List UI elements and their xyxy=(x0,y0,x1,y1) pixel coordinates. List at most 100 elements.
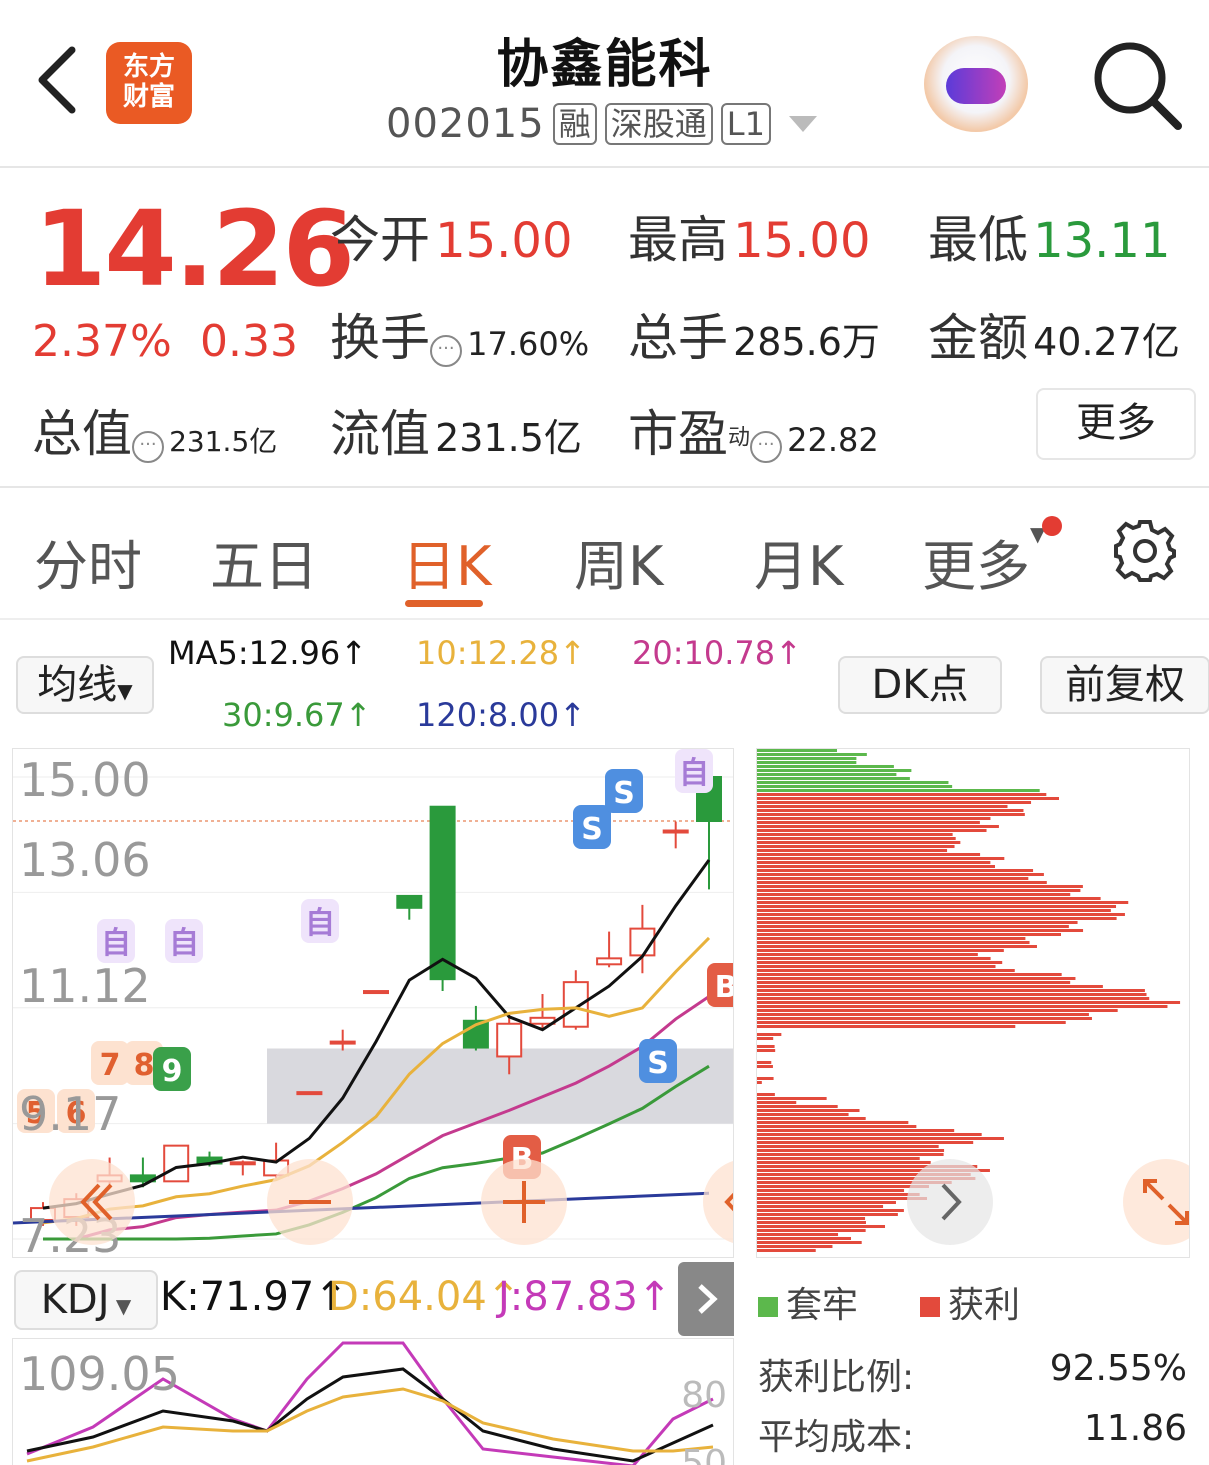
signal-marker: 自 xyxy=(97,919,135,963)
legend-trapped-label: 套牢 xyxy=(786,1285,858,1326)
collapse-panel-button[interactable] xyxy=(703,1159,734,1245)
scroll-right-button[interactable] xyxy=(907,1159,993,1245)
signal-marker: 7 xyxy=(91,1041,129,1085)
chip-bar xyxy=(757,1101,796,1104)
svg-text:S: S xyxy=(613,776,635,811)
candle-body xyxy=(164,1146,188,1182)
divider xyxy=(0,618,1209,620)
chip-bar xyxy=(757,781,948,784)
top-bar: 东方 财富 协鑫能科 002015 融 深股通 L1 xyxy=(0,0,1209,168)
volume-label: 总手 xyxy=(628,309,728,367)
signal-marker: 自 xyxy=(165,919,203,963)
chip-bar xyxy=(757,1005,1167,1008)
chip-bar xyxy=(757,1125,916,1128)
tag-margin: 融 xyxy=(553,103,597,145)
chip-bar xyxy=(757,1249,816,1252)
tab-more[interactable]: 更多▼ xyxy=(922,522,1045,601)
tag-connect: 深股通 xyxy=(605,103,713,145)
chip-bar xyxy=(757,937,1025,940)
tab-daily-k[interactable]: 日K xyxy=(402,522,491,601)
tab-monthly-k[interactable]: 月K xyxy=(754,522,843,601)
kdj-selector-label: KDJ xyxy=(41,1277,110,1323)
avg-cost-value: 11.86 xyxy=(1084,1408,1187,1449)
legend-swatch xyxy=(758,1297,778,1317)
chip-bar xyxy=(757,753,867,756)
tab-weekly-k[interactable]: 周K xyxy=(574,522,663,601)
chip-bar xyxy=(757,913,1125,916)
chip-bar xyxy=(757,1021,1066,1024)
change-amount: 0.33 xyxy=(200,316,298,367)
chevron-down-icon[interactable] xyxy=(789,116,817,132)
chip-bar xyxy=(757,933,1061,936)
chip-bar xyxy=(757,1145,939,1148)
stock-code-row[interactable]: 002015 融 深股通 L1 xyxy=(386,100,817,148)
tab-five-day[interactable]: 五日 xyxy=(210,522,318,601)
gear-icon[interactable] xyxy=(1112,518,1178,584)
chip-bar xyxy=(757,809,1023,812)
signal-marker: S xyxy=(573,805,611,849)
price-adjust-button[interactable]: 前复权 xyxy=(1040,656,1209,714)
chip-bar xyxy=(757,1233,838,1236)
chip-bar xyxy=(757,853,980,856)
chip-bar xyxy=(757,1001,1180,1004)
svg-text:S: S xyxy=(647,1046,669,1081)
ma-selector[interactable]: 均线▼ xyxy=(16,656,154,714)
y-tick-label: 11.12 xyxy=(19,959,151,1013)
ma10-value: 10:12.28↑ xyxy=(416,634,586,672)
signal-marker: B xyxy=(707,963,734,1007)
candle-body xyxy=(331,1042,355,1044)
dk-points-button[interactable]: DK点 xyxy=(838,656,1002,714)
chip-distribution-chart[interactable] xyxy=(756,748,1190,1258)
scroll-left-button[interactable] xyxy=(49,1159,135,1245)
tab-intraday[interactable]: 分时 xyxy=(34,522,142,601)
chip-bar xyxy=(757,1185,929,1188)
open-value: 15.00 xyxy=(435,213,572,269)
ma-selector-label: 均线 xyxy=(37,662,117,708)
svg-text:自: 自 xyxy=(101,926,131,961)
chip-bar xyxy=(757,977,1075,980)
chip-bar xyxy=(757,969,1015,972)
chip-bar xyxy=(757,1133,982,1136)
dropdown-arrow-icon: ▼ xyxy=(110,1294,132,1318)
turnover-stat[interactable]: 换手 ··· 17.60% xyxy=(330,298,589,370)
change-percent: 2.37% xyxy=(32,316,172,367)
search-icon[interactable] xyxy=(1090,38,1186,134)
candlestick-chart[interactable]: 自自自自SSSBB56789 15.00 13.06 11.12 9.17 7.… xyxy=(12,748,734,1258)
volume-value: 285.6万 xyxy=(733,320,880,364)
kdj-chart[interactable]: 109.05 80 50 xyxy=(12,1338,734,1465)
expand-indicators-button[interactable] xyxy=(678,1262,734,1336)
mktcap-stat[interactable]: 总值 ··· 231.5亿 xyxy=(32,394,277,466)
profit-ratio-label: 获利比例: xyxy=(758,1348,914,1400)
more-stats-button[interactable]: 更多 xyxy=(1036,388,1196,460)
more-info-icon[interactable]: ··· xyxy=(750,431,782,463)
chip-bar xyxy=(757,777,910,780)
chip-bar xyxy=(757,1157,920,1160)
volume-stat: 总手 285.6万 xyxy=(628,298,880,370)
chip-bar xyxy=(757,1225,885,1228)
float-value: 231.5亿 xyxy=(435,416,582,460)
expand-icon[interactable] xyxy=(1123,1159,1190,1245)
float-label: 流值 xyxy=(330,405,430,463)
pe-stat[interactable]: 市盈动 ··· 22.82 xyxy=(628,394,879,466)
more-info-icon[interactable]: ··· xyxy=(430,335,462,367)
chip-bar xyxy=(757,789,1040,792)
candle-body xyxy=(431,807,455,979)
chip-bar xyxy=(757,1017,1092,1020)
chip-bar xyxy=(757,909,1111,912)
signal-marker: 自 xyxy=(675,749,713,793)
svg-text:8: 8 xyxy=(134,1048,155,1083)
chip-bar xyxy=(757,849,947,852)
chip-bar xyxy=(757,1109,860,1112)
zoom-out-button[interactable] xyxy=(267,1159,353,1245)
svg-text:自: 自 xyxy=(169,926,199,961)
divider xyxy=(0,486,1209,488)
tag-level: L1 xyxy=(721,103,771,145)
more-info-icon[interactable]: ··· xyxy=(132,431,164,463)
chip-bar xyxy=(757,961,1002,964)
candle-body xyxy=(231,1162,255,1164)
robot-assistant-icon[interactable] xyxy=(924,36,1028,132)
zoom-in-button[interactable] xyxy=(481,1159,567,1245)
kdj-selector[interactable]: KDJ ▼ xyxy=(14,1270,158,1330)
chip-bar xyxy=(757,1153,944,1156)
chip-bar xyxy=(757,1161,931,1164)
